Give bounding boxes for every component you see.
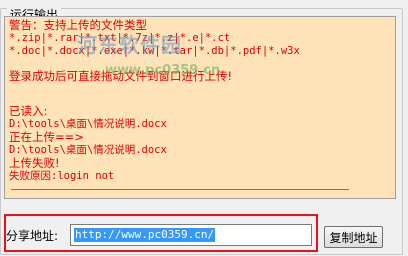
share-address-input[interactable]: http://www.pc0359.cn/ xyxy=(70,224,312,246)
share-address-value: http://www.pc0359.cn/ xyxy=(74,228,216,242)
share-address-label: 分享地址: xyxy=(6,229,59,243)
log-line: 正在上传==> xyxy=(9,130,84,144)
log-line: 失败原因:login not xyxy=(9,170,115,182)
log-line: 已读入: xyxy=(9,104,48,118)
log-line: 上传失败! xyxy=(9,156,60,170)
output-log[interactable]: 警告：支持上传的文件类型 *.zip|*.rar|*.txt|*.7z|*.z|… xyxy=(4,16,396,199)
watermark-text: 河东软件园 xyxy=(77,33,182,57)
watermark-url: www.pc0359.cn xyxy=(105,63,221,78)
copy-address-button[interactable]: 复制地址 xyxy=(324,226,383,248)
log-separator xyxy=(11,189,349,190)
